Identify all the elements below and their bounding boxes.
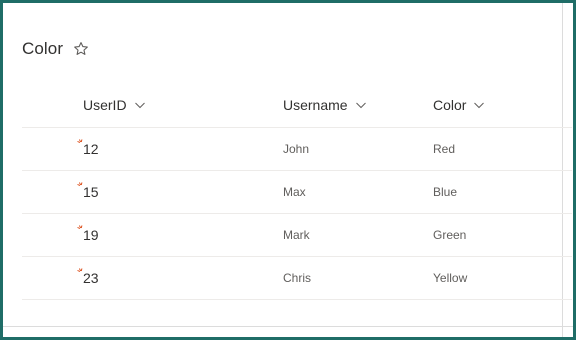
cell-userid: 19 [83,227,99,243]
table-row[interactable]: 12 John Red [22,128,572,171]
table-header-row: UserID Username Color [22,85,572,128]
table-row[interactable]: 23 Chris Yellow [22,257,572,300]
column-header-userid[interactable]: UserID [83,97,146,113]
title-row: Color [22,37,89,61]
column-header-label: Color [433,97,467,113]
page-title: Color [22,39,64,58]
cell-userid: 15 [83,184,99,200]
list-view-frame: Color UserID Username Color 12 John Red … [0,0,576,340]
list-table: UserID Username Color 12 John Red 15 Max… [22,85,572,300]
table-row[interactable]: 15 Max Blue [22,171,572,214]
column-header-label: UserID [83,97,127,113]
chevron-down-icon [473,99,485,111]
cell-color: Yellow [433,271,468,285]
cell-userid: 12 [83,141,99,157]
chevron-down-icon [134,99,146,111]
cell-color: Red [433,142,456,156]
cell-username: Max [283,185,306,199]
cell-userid: 23 [83,270,99,286]
cell-username: John [283,142,310,156]
column-header-username[interactable]: Username [283,97,367,113]
cell-color: Green [433,228,467,242]
table-row[interactable]: 19 Mark Green [22,214,572,257]
column-header-label: Username [283,97,348,113]
column-header-color[interactable]: Color [433,97,485,113]
divider-horizontal [3,326,573,327]
cell-username: Mark [283,228,310,242]
star-icon[interactable] [73,41,89,57]
cell-username: Chris [283,271,312,285]
cell-color: Blue [433,185,458,199]
chevron-down-icon [355,99,367,111]
